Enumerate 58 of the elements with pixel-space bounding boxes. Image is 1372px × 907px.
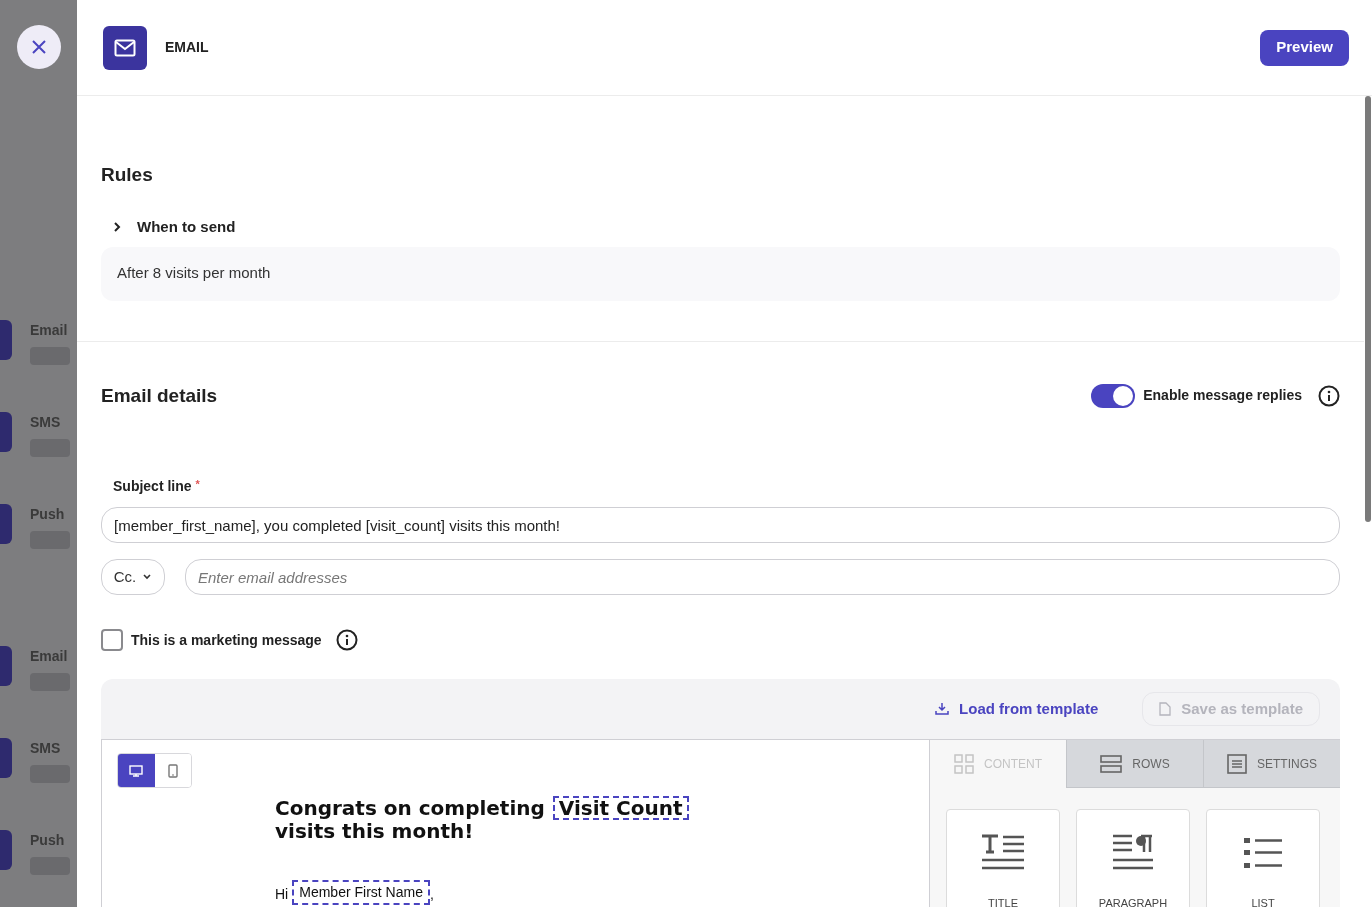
backdrop-card-title: SMS <box>30 413 62 432</box>
rule-summary: After 8 visits per month <box>101 246 1340 301</box>
download-icon <box>935 702 950 716</box>
merge-tag[interactable]: Visit Count <box>552 796 689 820</box>
email-addresses-field[interactable]: Enter email addresses <box>185 559 1340 595</box>
backdrop-card-title: Email <box>30 321 69 340</box>
info-icon[interactable] <box>335 629 358 651</box>
content-block-tile[interactable]: PARAGRAPH <box>1076 809 1190 907</box>
when-to-send-expander[interactable]: When to send <box>101 216 236 239</box>
panel-title: EMAIL <box>165 38 209 57</box>
chevron-icon <box>111 221 123 234</box>
load-template-button[interactable]: Load from template <box>919 692 1115 726</box>
preview-button[interactable]: Preview <box>1260 29 1349 66</box>
backdrop-card-icon <box>0 320 12 360</box>
greeting-text: , <box>429 885 434 904</box>
phone-icon <box>167 763 178 778</box>
close-icon <box>31 39 47 55</box>
checkbox-label: This is a marketing message <box>131 630 322 650</box>
backdrop-card-icon <box>0 738 12 778</box>
section-heading: Rules <box>101 163 154 187</box>
panel-tab[interactable]: ROWS <box>1066 740 1203 788</box>
monitor-icon <box>129 764 144 777</box>
panel-tab[interactable]: SETTINGS <box>1203 740 1340 788</box>
backdrop-card-icon <box>0 504 12 544</box>
toggle-label: Enable message replies <box>1143 386 1302 406</box>
backdrop-card-title: Push <box>30 505 66 524</box>
file-icon <box>1159 702 1172 716</box>
section-heading: Email details <box>101 383 218 408</box>
scrollbar-thumb[interactable] <box>1365 96 1371 522</box>
required-mark: * <box>195 477 200 492</box>
content-block-tile[interactable]: LIST <box>1206 809 1320 907</box>
list-block-icon <box>1244 837 1282 869</box>
caret-icon <box>142 573 153 581</box>
toggle-switch[interactable] <box>1091 383 1136 408</box>
email-heading: Congrats on completing <box>275 797 545 819</box>
paragraph-block-icon <box>1112 834 1154 872</box>
email-icon <box>103 25 147 70</box>
backdrop-card-title: Email <box>30 647 69 666</box>
subject-field[interactable]: [member_first_name], you completed [visit_count] visits this month! <box>101 507 1340 543</box>
document-icon <box>1227 753 1247 774</box>
field-label: Subject line <box>113 477 192 496</box>
grid-icon <box>954 754 974 774</box>
checkbox[interactable] <box>101 629 123 651</box>
backdrop-card-icon <box>0 646 12 686</box>
email-heading: visits this month! <box>275 820 475 842</box>
content-block-tile[interactable]: TITLE <box>946 809 1060 907</box>
greeting-text: Hi <box>275 885 289 904</box>
cc-dropdown[interactable]: Cc. <box>101 559 165 595</box>
backdrop-card-title: SMS <box>30 739 62 758</box>
backdrop-card-icon <box>0 830 12 870</box>
merge-tag[interactable]: Member First Name <box>292 880 430 905</box>
title-block-icon <box>981 834 1025 872</box>
backdrop-card-icon <box>0 412 12 452</box>
info-icon[interactable] <box>1318 384 1340 407</box>
backdrop-card-title: Push <box>30 831 66 850</box>
close-button[interactable] <box>17 25 61 69</box>
desktop-view-button[interactable] <box>118 754 155 787</box>
rows-icon <box>1100 754 1123 773</box>
